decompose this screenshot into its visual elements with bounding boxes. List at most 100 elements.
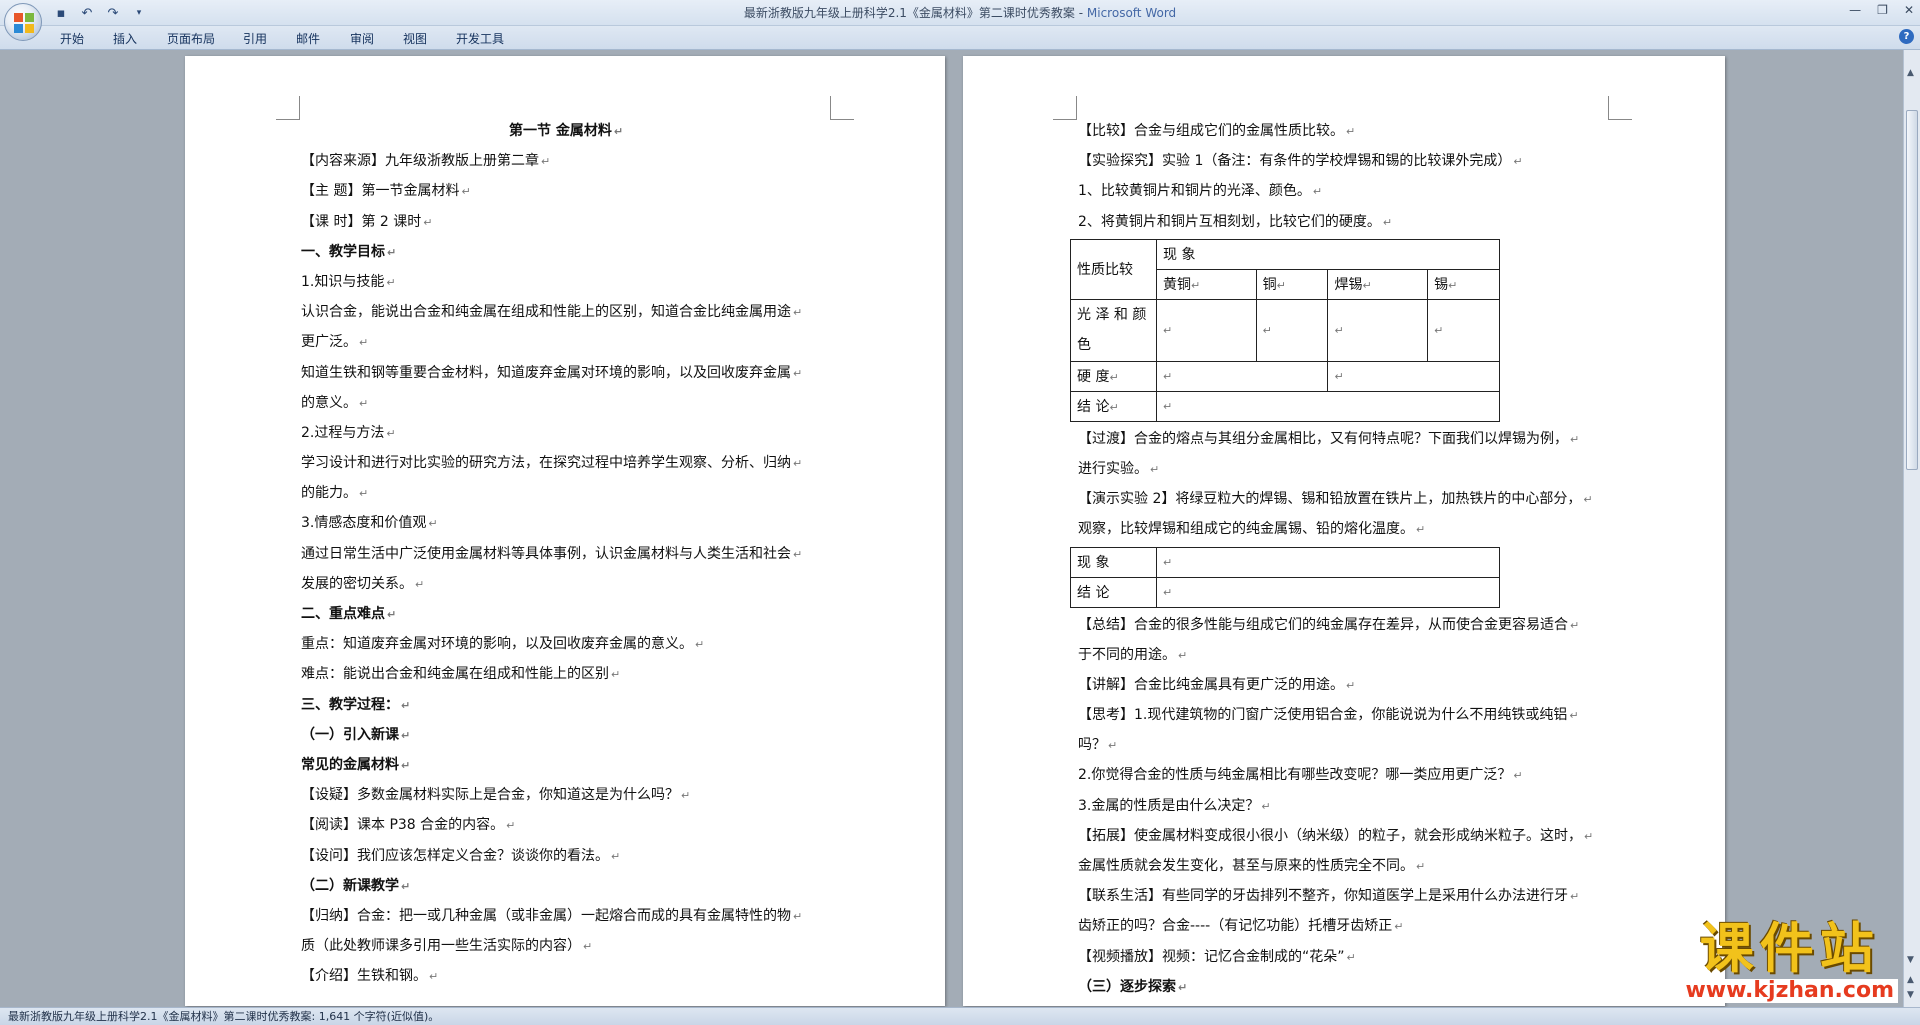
- paragraph-line[interactable]: 【设疑】多数金属材料实际上是合金，你知道这是为什么吗？ ↵: [301, 780, 831, 810]
- table-cell[interactable]: ↵: [1156, 546, 1500, 578]
- page-2-body[interactable]: 【比较】合金与组成它们的金属性质比较。 ↵ 【实验探究】实验 1（备注：有条件的学校…: [1070, 116, 1623, 1002]
- paragraph-line[interactable]: 【课 时】第 2 课时 ↵: [301, 207, 831, 237]
- paragraph-line[interactable]: 【比较】合金与组成它们的金属性质比较。 ↵: [1078, 116, 1623, 146]
- paragraph-text: 【联系生活】有些同学的牙齿排列不整齐，你知道医学上是采用什么办法进行牙: [1078, 888, 1568, 905]
- tab-page-layout[interactable]: 页面布局: [167, 30, 215, 47]
- paragraph-line[interactable]: 【演示实验 2】将绿豆粒大的焊锡、锡和铅放置在铁片上，加热铁片的中心部分， ↵: [1078, 484, 1623, 514]
- previous-page-icon[interactable]: ▲: [1907, 975, 1914, 985]
- paragraph-line[interactable]: 2.你觉得合金的性质与纯金属相比有哪些改变呢？哪一类应用更广泛？ ↵: [1078, 760, 1623, 790]
- next-page-icon[interactable]: ▼: [1907, 990, 1914, 1000]
- paragraph-line[interactable]: 3.情感态度和价值观 ↵: [301, 508, 831, 538]
- scroll-down-icon[interactable]: ▼: [1907, 955, 1914, 965]
- document-page-1[interactable]: 第一节 金属材料 ↵ 【内容来源】九年级浙教版上册第二章 ↵ 【主 题】第一节金属材料 ↵…: [185, 56, 945, 1006]
- paragraph-line[interactable]: 3.金属的性质是由什么决定？ ↵: [1078, 791, 1623, 821]
- table-cell[interactable]: ↵: [1156, 576, 1500, 608]
- paragraph-line[interactable]: 2、将黄铜片和铜片互相刻划，比较它们的硬度。 ↵: [1078, 207, 1623, 237]
- paragraph-text: 常见的金属材料: [301, 756, 399, 773]
- paragraph-line[interactable]: 【视频播放】视频：记忆合金制成的“花朵” ↵: [1078, 942, 1623, 972]
- paragraph-line[interactable]: 【联系生活】有些同学的牙齿排列不整齐，你知道医学上是采用什么办法进行牙 ↵: [1078, 881, 1623, 911]
- paragraph-text: （二）新课教学: [301, 877, 399, 894]
- paragraph-text: 二、重点难点: [301, 606, 385, 622]
- paragraph-line[interactable]: 2.过程与方法 ↵: [301, 418, 831, 448]
- office-button[interactable]: [4, 3, 42, 41]
- paragraph-line[interactable]: 【介绍】生铁和钢。 ↵: [301, 961, 831, 991]
- scrollbar-thumb[interactable]: [1906, 110, 1918, 470]
- paragraph-line[interactable]: 观察，比较焊锡和组成它的纯金属锡、铅的熔化温度。 ↵: [1078, 514, 1623, 544]
- table-cell[interactable]: ↵: [1327, 360, 1500, 392]
- paragraph-line[interactable]: 重点：知道废弃金属对环境的影响，以及回收废弃金属的意义。 ↵: [301, 629, 831, 659]
- paragraph-line[interactable]: 吗？ ↵: [1078, 730, 1623, 760]
- tab-view[interactable]: 视图: [403, 30, 427, 47]
- table-cell[interactable]: ↵: [1427, 298, 1500, 362]
- paragraph-line[interactable]: 知道生铁和钢等重要合金材料，知道废弃金属对环境的影响，以及回收废弃金属 ↵: [301, 358, 831, 388]
- paragraph-text: 吗？: [1078, 737, 1106, 754]
- paragraph-text: 【拓展】使金属材料变成很小很小（纳米级）的粒子，就会形成纳米粒子。这时，: [1078, 827, 1582, 844]
- tab-review[interactable]: 审阅: [350, 30, 374, 47]
- paragraph-text: 3.金属的性质是由什么决定？: [1078, 797, 1260, 814]
- paragraph-text: 更广泛。: [301, 334, 357, 351]
- minimize-icon[interactable]: —: [1849, 3, 1861, 17]
- paragraph-line[interactable]: 【内容来源】九年级浙教版上册第二章 ↵: [301, 146, 831, 176]
- paragraph-line[interactable]: 于不同的用途。 ↵: [1078, 640, 1623, 670]
- tab-references[interactable]: 引用: [243, 30, 267, 47]
- page-1-body[interactable]: 第一节 金属材料 ↵ 【内容来源】九年级浙教版上册第二章 ↵ 【主 题】第一节金属材料 ↵…: [301, 116, 831, 991]
- paragraph-line[interactable]: 【讲解】合金比纯金属具有更广泛的用途。 ↵: [1078, 670, 1623, 700]
- paragraph-line[interactable]: 质（此处教师课多引用一些生活实际的内容） ↵: [301, 931, 831, 961]
- paragraph-line[interactable]: 更广泛。 ↵: [301, 327, 831, 357]
- paragraph-line[interactable]: （三）逐步探索 ↵: [1078, 972, 1623, 1002]
- paragraph-line[interactable]: 【阅读】课本 P38 合金的内容。 ↵: [301, 810, 831, 840]
- close-icon[interactable]: ✕: [1904, 3, 1914, 17]
- paragraph-line[interactable]: （一）引入新课 ↵: [301, 720, 831, 750]
- table-cell[interactable]: ↵: [1156, 390, 1500, 422]
- scroll-up-icon[interactable]: ▲: [1907, 68, 1914, 78]
- paragraph-mark-icon: ↵: [359, 336, 369, 350]
- paragraph-line[interactable]: 【总结】合金的很多性能与组成它们的纯金属存在差异，从而使合金更容易适合 ↵: [1078, 610, 1623, 640]
- paragraph-line[interactable]: 金属性质就会发生变化，甚至与原来的性质完全不同。 ↵: [1078, 851, 1623, 881]
- paragraph-line[interactable]: 【思考】1.现代建筑物的门窗广泛使用铝合金，你能说说为什么不用纯铁或纯铝 ↵: [1078, 700, 1623, 730]
- paragraph-text: 1.知识与技能: [301, 273, 385, 290]
- paragraph-line[interactable]: 【主 题】第一节金属材料 ↵: [301, 176, 831, 206]
- table-cell[interactable]: ↵: [1156, 298, 1257, 362]
- paragraph-line[interactable]: 的能力。 ↵: [301, 478, 831, 508]
- paragraph-line[interactable]: 1.知识与技能 ↵: [301, 267, 831, 297]
- window-title: 最新浙教版九年级上册科学2.1《金属材料》第二课时优秀教案 - Microsof…: [743, 6, 1177, 20]
- tab-developer[interactable]: 开发工具: [456, 30, 504, 47]
- paragraph-line[interactable]: 【设问】我们应该怎样定义合金？谈谈你的看法。 ↵: [301, 841, 831, 871]
- paragraph-line[interactable]: 【过渡】合金的熔点与其组分金属相比，又有何特点呢？下面我们以焊锡为例， ↵: [1078, 424, 1623, 454]
- paragraph-line[interactable]: 常见的金属材料 ↵: [301, 750, 831, 780]
- table-cell[interactable]: ↵: [1155, 360, 1329, 392]
- paragraph-line[interactable]: 三、教学过程： ↵: [301, 690, 831, 720]
- tab-mailings[interactable]: 邮件: [296, 30, 320, 47]
- paragraph-line[interactable]: （二）新课教学 ↵: [301, 871, 831, 901]
- table-cell[interactable]: ↵: [1255, 298, 1329, 362]
- paragraph-line[interactable]: 【实验探究】实验 1（备注：有条件的学校焊锡和锡的比较课外完成） ↵: [1078, 146, 1623, 176]
- tab-insert[interactable]: 插入: [113, 30, 137, 47]
- paragraph-line[interactable]: 认识合金，能说出合金和纯金属在组成和性能上的区别，知道合金比纯金属用途 ↵: [301, 297, 831, 327]
- paragraph-line[interactable]: 通过日常生活中广泛使用金属材料等具体事例，认识金属材料与人类生活和社会 ↵: [301, 539, 831, 569]
- paragraph-text: 【实验探究】实验 1（备注：有条件的学校焊锡和锡的比较课外完成）: [1078, 153, 1512, 170]
- maximize-icon[interactable]: ❐: [1877, 3, 1888, 17]
- paragraph-line[interactable]: 进行实验。 ↵: [1078, 454, 1623, 484]
- paragraph-mark-icon: ↵: [541, 155, 551, 169]
- paragraph-line[interactable]: 二、重点难点 ↵: [301, 599, 831, 629]
- paragraph-line[interactable]: 学习设计和进行对比实验的研究方法，在探究过程中培养学生观察、分析、归纳 ↵: [301, 448, 831, 478]
- table-header-cell: 焊锡↵: [1327, 268, 1429, 300]
- paragraph-line[interactable]: 发展的密切关系。 ↵: [301, 569, 831, 599]
- tab-home[interactable]: 开始: [60, 30, 84, 47]
- paragraph-line[interactable]: 的意义。 ↵: [301, 388, 831, 418]
- help-icon[interactable]: ?: [1899, 29, 1914, 44]
- paragraph-line[interactable]: 1、比较黄铜片和铜片的光泽、颜色。 ↵: [1078, 176, 1623, 206]
- document-page-2[interactable]: 【比较】合金与组成它们的金属性质比较。 ↵ 【实验探究】实验 1（备注：有条件的学校…: [963, 56, 1725, 1006]
- status-bar: 最新浙教版九年级上册科学2.1《金属材料》第二课时优秀教案: 1,641 个字符…: [0, 1007, 1920, 1025]
- paragraph-line[interactable]: 【拓展】使金属材料变成很小很小（纳米级）的粒子，就会形成纳米粒子。这时， ↵: [1078, 821, 1623, 851]
- paragraph-line[interactable]: 第一节 金属材料 ↵: [301, 116, 831, 146]
- paragraph-mark-icon: ↵: [1570, 432, 1580, 446]
- table-cell[interactable]: ↵: [1327, 298, 1429, 362]
- vertical-scrollbar[interactable]: ▲ ▼ ▲ ▼: [1903, 50, 1920, 1010]
- paragraph-line[interactable]: 一、教学目标 ↵: [301, 237, 831, 267]
- paragraph-line[interactable]: 【归纳】合金：把一或几种金属（或非金属）一起熔合而成的具有金属特性的物 ↵: [301, 901, 831, 931]
- paragraph-line[interactable]: 难点：能说出合金和纯金属在组成和性能上的区别 ↵: [301, 659, 831, 689]
- paragraph-text: 【演示实验 2】将绿豆粒大的焊锡、锡和铅放置在铁片上，加热铁片的中心部分，: [1078, 491, 1582, 508]
- paragraph-mark-icon: ↵: [583, 940, 593, 954]
- paragraph-line[interactable]: 齿矫正的吗？合金----（有记忆功能）托槽牙齿矫正 ↵: [1078, 911, 1623, 941]
